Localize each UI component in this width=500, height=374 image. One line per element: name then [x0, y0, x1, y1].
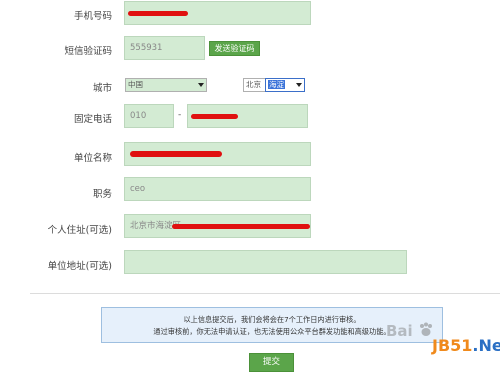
- city-label: 城市: [92, 83, 112, 94]
- company-address-label: 单位地址(可选): [47, 261, 112, 272]
- home-address-redaction: [172, 224, 310, 229]
- baidu-watermark-text: Bai: [386, 322, 413, 340]
- district-value: 海淀: [268, 80, 285, 89]
- country-value: 中国: [128, 80, 143, 89]
- country-select[interactable]: 中国: [125, 78, 207, 92]
- send-code-button[interactable]: 发送验证码: [209, 41, 260, 56]
- home-address-label: 个人住址(可选): [47, 225, 112, 236]
- jb51-watermark: JB51.Net: [432, 336, 500, 355]
- area-code-input[interactable]: 010: [124, 104, 174, 128]
- position-label: 职务: [92, 189, 112, 200]
- province-value: 北京: [246, 80, 261, 89]
- mobile-label: 手机号码: [73, 11, 112, 22]
- company-label: 单位名称: [73, 153, 112, 164]
- mobile-redaction: [128, 11, 188, 16]
- jb51-net: .Net: [472, 336, 500, 355]
- chevron-down-icon: [296, 83, 302, 87]
- landline-label: 固定电话: [73, 114, 112, 125]
- company-address-input[interactable]: [124, 250, 407, 274]
- landline-redaction: [191, 114, 238, 119]
- district-select[interactable]: 海淀: [265, 78, 305, 92]
- landline-separator: -: [178, 110, 182, 120]
- sms-code-label: 短信验证码: [64, 46, 112, 57]
- submit-button[interactable]: 提交: [249, 353, 294, 372]
- company-redaction: [130, 151, 222, 157]
- form-divider: [30, 293, 500, 294]
- baidu-watermark: Bai: [386, 322, 413, 340]
- sms-code-input[interactable]: 555931: [124, 36, 205, 60]
- jb51-b51: B51: [437, 336, 473, 355]
- chevron-down-icon: [198, 83, 204, 87]
- position-input[interactable]: ceo: [124, 177, 311, 201]
